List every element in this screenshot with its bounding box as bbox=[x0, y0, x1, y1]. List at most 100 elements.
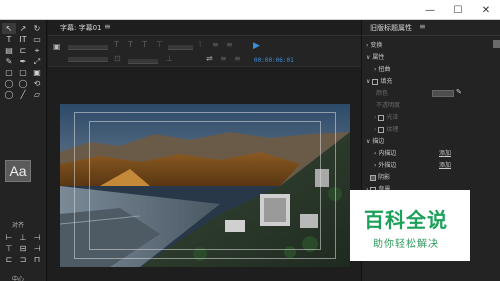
title-safe-guide bbox=[89, 121, 321, 250]
baseline-icon[interactable]: ⊥ bbox=[166, 54, 173, 63]
arc-tool-icon[interactable]: ⟲ bbox=[30, 78, 44, 89]
shape-tool-icon[interactable]: ▱ bbox=[30, 89, 44, 100]
bold-icon[interactable]: T bbox=[114, 40, 119, 49]
tools-panel: ↖ ↗ ↻ T IT ▭ ▤ ⊏ ⌖ ✎ ✒ ⤢ ▢ ▢ ▣ ◯ ◯ ⟲ ◯ ╱… bbox=[0, 20, 47, 281]
ellipse-tool-icon[interactable]: ◯ bbox=[2, 78, 16, 89]
prop-opacity: 不透明度 bbox=[376, 102, 401, 109]
minimize-button[interactable]: — bbox=[416, 0, 444, 20]
prop-fill-color: 颜色 bbox=[376, 90, 389, 97]
distribute-left-icon[interactable]: ⊏ bbox=[2, 254, 16, 265]
texture-checkbox[interactable] bbox=[378, 126, 385, 133]
size-icon[interactable]: ⊤ bbox=[156, 40, 163, 49]
align-left-icon[interactable]: ⊢ bbox=[2, 232, 16, 243]
font-family-field[interactable] bbox=[68, 45, 108, 50]
align-text-icon[interactable]: ≡ bbox=[226, 40, 233, 49]
panel-scrollbar[interactable] bbox=[493, 40, 500, 48]
prop-transform[interactable]: › 变换 bbox=[366, 40, 382, 50]
expand-chevron-icon[interactable]: › bbox=[374, 162, 376, 169]
tool-grid: ↖ ↗ ↻ T IT ▭ ▤ ⊏ ⌖ ✎ ✒ ⤢ ▢ ▢ ▣ ◯ ◯ ⟲ ◯ ╱… bbox=[2, 23, 44, 100]
vertical-area-type-tool-icon[interactable]: ▤ bbox=[2, 45, 16, 56]
vertical-path-type-tool-icon[interactable]: ⌖ bbox=[30, 45, 44, 56]
italic-icon[interactable]: T bbox=[128, 40, 133, 49]
type-tool-icon[interactable]: T bbox=[2, 34, 16, 45]
prop-sheen[interactable]: › 光泽 bbox=[374, 112, 398, 122]
sheen-checkbox[interactable] bbox=[378, 114, 385, 121]
watermark-logo: 百科全说 助你轻松解决 bbox=[350, 190, 470, 261]
kerning-icon[interactable]: ⊺ bbox=[198, 40, 202, 49]
clipped-rectangle-tool-icon[interactable]: ▣ bbox=[30, 67, 44, 78]
pen-tool-icon[interactable]: ✎ bbox=[2, 56, 16, 67]
leading-icon[interactable]: ≡ bbox=[212, 40, 219, 49]
selection-tool-icon[interactable]: ↖ bbox=[2, 23, 16, 34]
tracking-field[interactable] bbox=[128, 59, 158, 64]
tab-stops-icon[interactable]: ≡ bbox=[220, 54, 227, 63]
editor-title: 字幕: 字幕01 bbox=[60, 24, 102, 32]
area-type-tool-icon[interactable]: ▭ bbox=[30, 34, 44, 45]
align-right-icon[interactable]: ⊣ bbox=[30, 232, 44, 243]
expand-chevron-icon[interactable]: › bbox=[374, 66, 376, 73]
align-center-icon[interactable]: ⊣ bbox=[30, 243, 44, 254]
window-title-bar: — ☐ ✕ bbox=[0, 0, 500, 20]
fill-color-swatch[interactable] bbox=[432, 90, 454, 97]
add-outer-stroke-link[interactable]: 添加 bbox=[439, 160, 451, 169]
prop-stroke[interactable]: ∨ 描边 bbox=[366, 136, 384, 146]
prop-inner-stroke[interactable]: › 内描边 bbox=[374, 148, 396, 158]
expand-chevron-icon[interactable]: › bbox=[374, 126, 376, 133]
text-style-sample[interactable]: Aa bbox=[5, 160, 31, 182]
rounded-rectangle-tool-icon[interactable]: ▢ bbox=[16, 67, 30, 78]
align-bottom-icon[interactable]: ⊥ bbox=[16, 232, 30, 243]
templates-icon[interactable]: ≡ bbox=[234, 54, 241, 63]
title-canvas[interactable] bbox=[60, 104, 350, 267]
align-middle-icon[interactable]: ⊟ bbox=[16, 243, 30, 254]
editor-toolbar: ▣ T T T ⊤ ⊺ ≡ ≡ ⊡ ⊥ ⇌ ≡ ≡ ▶ 00:00:06:01 bbox=[48, 37, 361, 67]
align-section-label: 对齐 bbox=[12, 222, 25, 229]
watermark-subtitle: 助你轻松解决 bbox=[373, 239, 439, 250]
collapse-chevron-icon[interactable]: ∨ bbox=[366, 54, 370, 61]
font-style-field[interactable] bbox=[68, 57, 108, 62]
font-size-field[interactable] bbox=[168, 45, 193, 50]
align-grid: ⊢ ⊥ ⊣ ⊤ ⊟ ⊣ ⊏ ⊐ ⊓ bbox=[2, 232, 44, 265]
close-button[interactable]: ✕ bbox=[472, 0, 500, 20]
circle-tool-icon[interactable]: ◯ bbox=[2, 89, 16, 100]
rotate-tool-icon[interactable]: ↻ bbox=[30, 23, 44, 34]
rectangle-tool-icon[interactable]: ▢ bbox=[2, 67, 16, 78]
prop-distort[interactable]: › 扭曲 bbox=[374, 64, 390, 74]
add-inner-stroke-link[interactable]: 添加 bbox=[439, 148, 451, 157]
editor-menu-icon[interactable]: ≡ bbox=[104, 22, 111, 31]
wedge-tool-icon[interactable]: ◯ bbox=[16, 78, 30, 89]
expand-chevron-icon[interactable]: › bbox=[374, 114, 376, 121]
collapse-chevron-icon[interactable]: ∨ bbox=[366, 138, 370, 145]
roll-crawl-icon[interactable]: ⇌ bbox=[206, 54, 213, 63]
prop-fill[interactable]: ∨ 填充 bbox=[366, 76, 392, 86]
prop-shadow[interactable]: 阴影 bbox=[370, 172, 390, 182]
prop-outer-stroke[interactable]: › 外描边 bbox=[374, 160, 396, 170]
properties-header: 旧版标题属性 ≡ bbox=[362, 20, 500, 36]
show-background-video-icon[interactable]: ▶ bbox=[253, 41, 263, 51]
vertical-type-tool-icon[interactable]: IT bbox=[16, 34, 30, 45]
prop-texture[interactable]: › 纹理 bbox=[374, 124, 398, 134]
add-anchor-tool-icon[interactable]: ✒ bbox=[16, 56, 30, 67]
properties-menu-icon[interactable]: ≡ bbox=[419, 22, 426, 31]
underline-icon[interactable]: T bbox=[142, 40, 147, 49]
editor-header: 字幕: 字幕01 ≡ bbox=[48, 20, 361, 36]
tracking-icon[interactable]: ⊡ bbox=[114, 54, 121, 63]
maximize-button[interactable]: ☐ bbox=[444, 0, 472, 20]
eyedropper-icon[interactable]: ✎ bbox=[456, 88, 462, 96]
convert-anchor-tool-icon[interactable]: ⤢ bbox=[30, 56, 44, 67]
distribute-top-icon[interactable]: ⊓ bbox=[30, 254, 44, 265]
direct-select-tool-icon[interactable]: ↗ bbox=[16, 23, 30, 34]
properties-title: 旧版标题属性 bbox=[370, 24, 412, 32]
expand-chevron-icon[interactable]: › bbox=[366, 42, 368, 49]
distribute-right-icon[interactable]: ⊐ bbox=[16, 254, 30, 265]
shadow-checkbox[interactable] bbox=[370, 174, 376, 181]
align-top-icon[interactable]: ⊤ bbox=[2, 243, 16, 254]
new-title-icon[interactable]: ▣ bbox=[53, 42, 61, 51]
line-tool-icon[interactable]: ╱ bbox=[16, 89, 30, 100]
timecode-display[interactable]: 00:00:06:01 bbox=[254, 57, 294, 64]
expand-chevron-icon[interactable]: › bbox=[374, 150, 376, 157]
path-type-tool-icon[interactable]: ⊏ bbox=[16, 45, 30, 56]
collapse-chevron-icon[interactable]: ∨ bbox=[366, 78, 370, 85]
fill-checkbox[interactable] bbox=[372, 78, 379, 85]
prop-properties[interactable]: ∨ 属性 bbox=[366, 52, 384, 62]
watermark-title: 百科全说 bbox=[364, 208, 448, 232]
